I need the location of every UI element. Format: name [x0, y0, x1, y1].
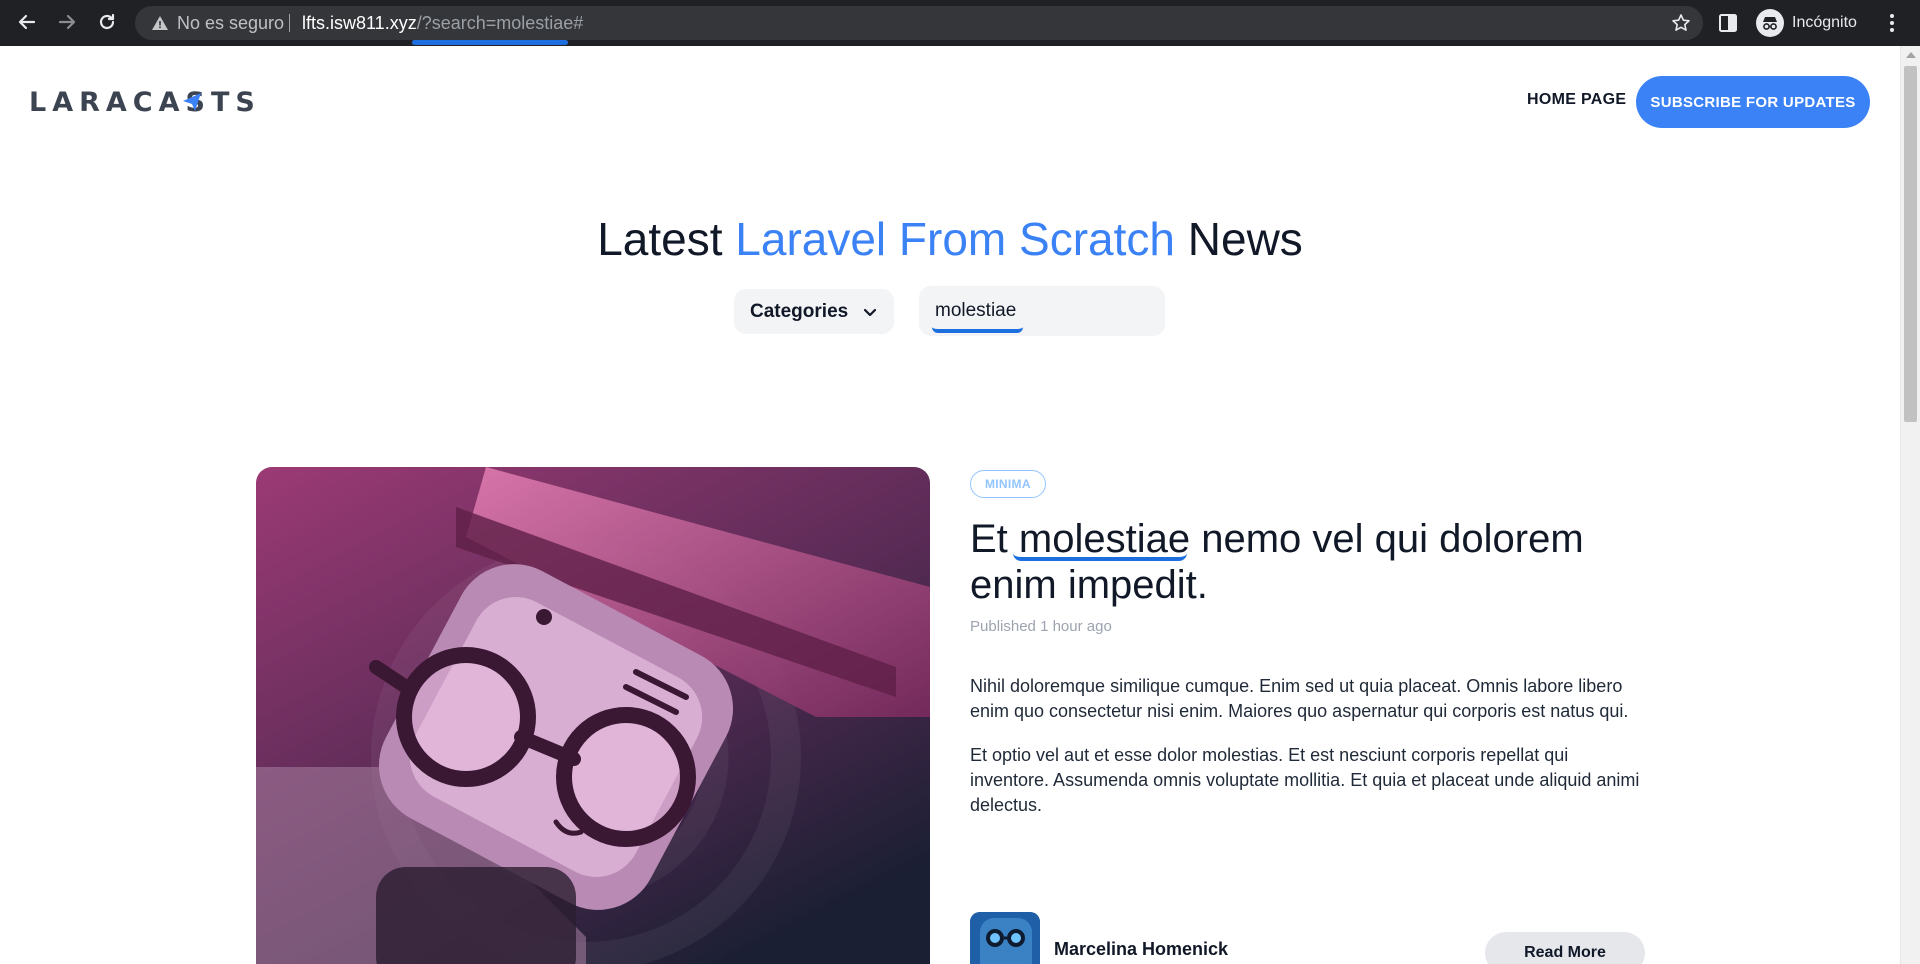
title-accent: Laravel From Scratch	[735, 213, 1175, 265]
url-annotation-underline	[412, 40, 568, 45]
category-badge[interactable]: MINIMA	[970, 470, 1046, 498]
incognito-label: Incógnito	[1792, 14, 1857, 31]
author-avatar	[970, 912, 1040, 964]
post-thumbnail[interactable]	[256, 467, 930, 964]
excerpt-paragraph: Et optio vel aut et esse dolor molestias…	[970, 745, 1640, 815]
side-panel-icon[interactable]	[1717, 12, 1739, 34]
title-end: News	[1174, 213, 1303, 265]
site-logo[interactable]: LARACASTS	[29, 86, 261, 118]
published-time: 1 hour ago	[1040, 618, 1112, 635]
reload-icon[interactable]	[92, 7, 122, 37]
page-scrollbar[interactable]	[1900, 46, 1920, 964]
scroll-up-arrow[interactable]	[1906, 52, 1916, 58]
post-excerpt: Nihil doloremque similique cumque. Enim …	[970, 674, 1650, 837]
categories-label: Categories	[750, 300, 849, 322]
url-text[interactable]: lfts.isw811.xyz/?search=molestiae#	[302, 6, 583, 40]
search-annotation-underline	[932, 327, 1023, 333]
incognito-profile[interactable]: Incógnito	[1756, 7, 1857, 39]
nav-home-link[interactable]: HOME PAGE	[1527, 91, 1626, 109]
title-start: Latest	[597, 213, 736, 265]
post-title-prefix: Et	[970, 517, 1019, 561]
subscribe-button[interactable]: SUBSCRIBE FOR UPDATES	[1636, 76, 1870, 128]
incognito-icon	[1756, 9, 1784, 37]
chevron-down-icon	[863, 308, 877, 316]
categories-dropdown[interactable]: Categories	[734, 289, 894, 334]
forward-icon[interactable]	[52, 7, 82, 37]
page-title: Latest Laravel From Scratch News	[0, 212, 1900, 266]
back-icon[interactable]	[12, 7, 42, 37]
author-name[interactable]: Marcelina Homenick	[1054, 939, 1228, 960]
post-illustration	[256, 467, 930, 964]
browser-toolbar: No es seguro lfts.isw811.xyz/?search=mol…	[0, 0, 1920, 46]
excerpt-paragraph: Nihil doloremque similique cumque. Enim …	[970, 676, 1629, 721]
star-icon[interactable]	[1671, 13, 1691, 33]
read-more-button[interactable]: Read More	[1485, 932, 1645, 964]
logo-text: LARACASTS	[29, 86, 261, 118]
scroll-thumb[interactable]	[1904, 66, 1917, 422]
post-published: Published 1 hour ago	[970, 618, 1112, 635]
published-label: Published	[970, 618, 1036, 635]
url-host: lfts.isw811.xyz	[302, 13, 417, 33]
address-separator	[289, 14, 290, 32]
post-title[interactable]: Et molestiae nemo vel qui dolorem enim i…	[970, 516, 1660, 608]
security-label[interactable]: No es seguro	[177, 6, 284, 40]
url-path: /?search=molestiae#	[416, 13, 584, 33]
title-annotation-underline	[1013, 553, 1187, 561]
address-bar[interactable]: No es seguro lfts.isw811.xyz/?search=mol…	[135, 6, 1703, 40]
paper-plane-icon	[183, 93, 201, 111]
menu-icon[interactable]	[1886, 12, 1898, 34]
warning-icon[interactable]	[151, 14, 169, 32]
